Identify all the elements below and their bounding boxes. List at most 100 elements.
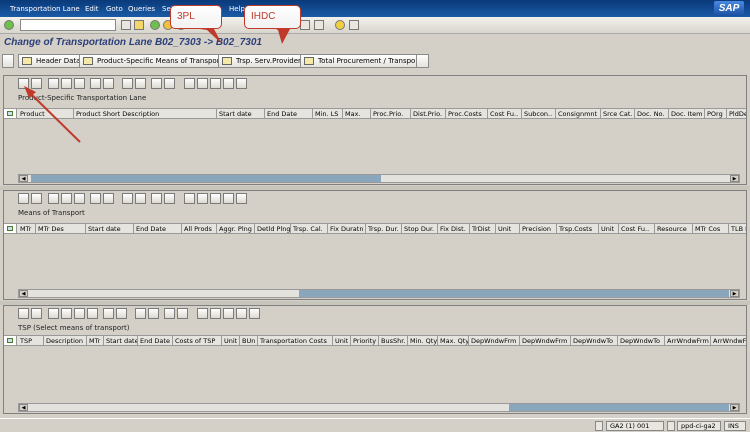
col-header[interactable]: ArrWndwFrm bbox=[665, 336, 711, 345]
col-header[interactable]: MTr bbox=[18, 224, 36, 233]
sum-icon[interactable] bbox=[164, 193, 175, 204]
panel2-grid[interactable] bbox=[4, 235, 746, 287]
col-header[interactable]: Product bbox=[18, 109, 74, 118]
panel1-grid[interactable] bbox=[4, 120, 746, 172]
sum-icon[interactable] bbox=[177, 308, 188, 319]
sort-asc-icon[interactable] bbox=[122, 78, 133, 89]
delete-icon[interactable] bbox=[31, 308, 42, 319]
save-icon[interactable] bbox=[134, 20, 144, 30]
col-header[interactable]: Trsp. Cal. bbox=[291, 224, 328, 233]
scroll-right-icon[interactable]: ▶ bbox=[730, 175, 739, 182]
panel2-hscroll[interactable]: ◀ ▶ bbox=[18, 289, 740, 298]
col-header[interactable]: Aggr. Plng bbox=[217, 224, 255, 233]
scroll-right-icon[interactable]: ▶ bbox=[730, 404, 739, 411]
layout-select-icon[interactable] bbox=[210, 193, 221, 204]
layout-change-icon[interactable] bbox=[197, 193, 208, 204]
col-header[interactable]: Trsp. Dur. bbox=[366, 224, 402, 233]
col-header[interactable]: Precision bbox=[520, 224, 557, 233]
print-icon[interactable] bbox=[103, 308, 114, 319]
scroll-thumb[interactable] bbox=[299, 290, 729, 297]
layout-select-icon[interactable] bbox=[210, 78, 221, 89]
find-icon[interactable] bbox=[103, 78, 114, 89]
print-icon[interactable] bbox=[90, 193, 101, 204]
col-header[interactable]: Consignmnt bbox=[556, 109, 601, 118]
back-icon[interactable] bbox=[150, 20, 160, 30]
col-header[interactable]: BUn bbox=[240, 336, 258, 345]
col-header[interactable]: Dist.Prio. bbox=[411, 109, 446, 118]
col-header[interactable]: Proc.Prio. bbox=[371, 109, 411, 118]
col-header[interactable]: Unit bbox=[496, 224, 520, 233]
edit-pencil-icon[interactable] bbox=[2, 54, 14, 68]
filter-icon[interactable] bbox=[164, 308, 175, 319]
other-icon[interactable] bbox=[416, 54, 429, 68]
menu-queries[interactable]: Queries bbox=[128, 5, 155, 13]
zoom-icon[interactable] bbox=[48, 193, 59, 204]
details-icon[interactable] bbox=[236, 193, 247, 204]
copy-icon[interactable] bbox=[87, 308, 98, 319]
new-session-icon[interactable] bbox=[300, 20, 310, 30]
col-header[interactable]: Max. Qty bbox=[438, 336, 469, 345]
sum-icon[interactable] bbox=[164, 78, 175, 89]
col-header[interactable]: PldDel bbox=[727, 109, 746, 118]
print-icon[interactable] bbox=[90, 78, 101, 89]
col-header[interactable]: Resource bbox=[655, 224, 693, 233]
delete-icon[interactable] bbox=[31, 193, 42, 204]
move-icon[interactable] bbox=[61, 193, 72, 204]
col-header[interactable]: Product Short Description bbox=[74, 109, 217, 118]
col-header[interactable]: End Date bbox=[134, 224, 182, 233]
scroll-thumb[interactable] bbox=[31, 175, 381, 182]
col-header[interactable]: Unit bbox=[222, 336, 240, 345]
col-header[interactable]: TSP bbox=[18, 336, 44, 345]
header-data-button[interactable]: Header Data bbox=[18, 54, 85, 68]
col-header[interactable]: Unit bbox=[599, 224, 619, 233]
export-icon[interactable] bbox=[184, 193, 195, 204]
col-header[interactable]: Unit bbox=[333, 336, 351, 345]
col-header[interactable]: Fix Dist. bbox=[438, 224, 470, 233]
filter-icon[interactable] bbox=[151, 193, 162, 204]
col-header[interactable]: Subcon.. bbox=[522, 109, 556, 118]
create-icon[interactable] bbox=[18, 78, 29, 89]
command-field[interactable] bbox=[20, 19, 116, 31]
panel3-hscroll[interactable]: ◀ ▶ bbox=[18, 403, 740, 412]
layout-save-icon[interactable] bbox=[223, 78, 234, 89]
panel1-hscroll[interactable]: ◀ ▶ bbox=[18, 174, 740, 183]
layout-change-icon[interactable] bbox=[197, 78, 208, 89]
scroll-left-icon[interactable]: ◀ bbox=[19, 175, 28, 182]
display-icon[interactable] bbox=[74, 308, 85, 319]
panel3-grid[interactable] bbox=[4, 347, 746, 401]
col-header[interactable]: Costs of TSP bbox=[173, 336, 222, 345]
layout-select-icon[interactable] bbox=[223, 308, 234, 319]
col-header[interactable]: TLB F bbox=[729, 224, 746, 233]
trsp-serv-provider-button[interactable]: Trsp. Serv.Provider bbox=[218, 54, 305, 68]
menu-edit[interactable]: Edit bbox=[85, 5, 99, 13]
find-icon[interactable] bbox=[103, 193, 114, 204]
col-header[interactable]: End Date bbox=[138, 336, 173, 345]
layout-save-icon[interactable] bbox=[236, 308, 247, 319]
col-header[interactable]: TrDist bbox=[470, 224, 496, 233]
layout-change-icon[interactable] bbox=[210, 308, 221, 319]
col-header[interactable]: Start date bbox=[217, 109, 265, 118]
col-header[interactable]: MTr Cos bbox=[693, 224, 729, 233]
details-icon[interactable] bbox=[236, 78, 247, 89]
col-header[interactable]: Trsp.Costs bbox=[557, 224, 599, 233]
menu-goto[interactable]: Goto bbox=[106, 5, 123, 13]
layout-icon[interactable] bbox=[349, 20, 359, 30]
system-info[interactable]: GA2 (1) 001 bbox=[606, 421, 664, 431]
col-header[interactable]: Doc. Item bbox=[669, 109, 705, 118]
col-header[interactable]: MTr Des bbox=[36, 224, 86, 233]
col-header[interactable]: Proc.Costs bbox=[446, 109, 488, 118]
sort-asc-icon[interactable] bbox=[135, 308, 146, 319]
col-header[interactable]: Min. LS bbox=[313, 109, 343, 118]
col-header[interactable]: Start date bbox=[104, 336, 138, 345]
delete-icon[interactable] bbox=[31, 78, 42, 89]
sort-desc-icon[interactable] bbox=[148, 308, 159, 319]
details-icon[interactable] bbox=[249, 308, 260, 319]
col-header[interactable]: Doc. No. bbox=[635, 109, 669, 118]
select-all-icon[interactable] bbox=[4, 224, 17, 233]
col-header[interactable]: All Prods bbox=[182, 224, 217, 233]
scroll-left-icon[interactable]: ◀ bbox=[19, 290, 28, 297]
dropdown-icon[interactable] bbox=[121, 20, 131, 30]
scroll-left-icon[interactable]: ◀ bbox=[19, 404, 28, 411]
total-procurement-button[interactable]: Total Procurement / Transport bbox=[300, 54, 425, 68]
sort-desc-icon[interactable] bbox=[135, 78, 146, 89]
